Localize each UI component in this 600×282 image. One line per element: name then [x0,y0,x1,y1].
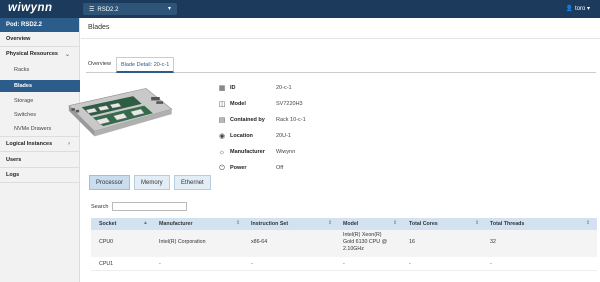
search-input[interactable] [112,202,187,211]
sort-icon[interactable]: ⇕ [236,220,240,226]
tab-memory[interactable]: Memory [134,175,170,190]
power-icon: ⏻ [219,165,225,172]
col-header-model[interactable]: Model [343,221,358,227]
col-header-total-threads[interactable]: Total Threads [490,221,524,227]
user-icon: 👤 [565,6,574,12]
cell-total-threads: 32 [490,239,496,245]
prop-value-model: SV7220H3 [276,101,303,107]
cell-total-cores: 16 [409,239,415,245]
prop-label-id: ID [230,85,236,91]
cell-total-threads: - [490,261,492,267]
sort-icon[interactable]: ⇕ [586,220,590,226]
user-menu[interactable]: 👤 toro ▾ [566,5,590,12]
cell-manufacturer: Intel(R) Corporation [159,239,206,245]
divider [81,38,600,39]
pod-selector[interactable]: ☰ RSD2.2 ▾ [83,3,177,15]
prop-label-contained-by: Contained by [230,117,265,123]
col-header-total-cores[interactable]: Total Cores [409,221,438,227]
table-row[interactable]: CPU0 Intel(R) Corporation x86-64 Intel(R… [91,230,597,257]
prop-value-power: Off [276,165,284,171]
search-label: Search [91,204,109,210]
top-bar: wiwynn ☰ RSD2.2 ▾ 👤 toro ▾ [0,0,600,18]
divider [0,182,80,183]
tab-ethernet[interactable]: Ethernet [174,175,211,190]
sort-icon[interactable]: ⇕ [475,220,479,226]
sidebar-item-label: Blades [14,83,33,89]
col-header-instruction-set[interactable]: Instruction Set [251,221,288,227]
sidebar-item-label: Users [6,157,22,163]
wiwynn-logo[interactable]: wiwynn [8,2,53,14]
sort-asc-icon[interactable]: ▲ [143,220,148,226]
menu-icon: ☰ [89,7,95,13]
blade-image [68,88,173,137]
sidebar-item-logs[interactable]: Logs [0,172,80,178]
tab-overview[interactable]: Overview [88,61,111,67]
sort-icon[interactable]: ⇕ [328,220,332,226]
prop-label-power: Power [230,165,247,171]
sort-icon[interactable]: ⇕ [393,220,397,226]
tab-blade-detail[interactable]: Blade Detail: 20-c-1 [116,57,175,73]
sidebar-item-overview[interactable]: Overview [0,36,80,42]
contained-icon: ▤ [218,117,226,124]
prop-value-location: 20U-1 [276,133,291,139]
user-name: toro [574,6,586,12]
cell-model: - [343,261,345,267]
prop-value-manufacturer: Wiwynn [276,149,296,155]
model-icon: ◫ [218,101,226,108]
sidebar-item-physical-resources[interactable]: Physical Resources ⌄ [0,51,80,58]
manufacturer-icon: ☼ [218,149,226,156]
divider [0,167,80,168]
divider [0,46,80,47]
chevron-down-icon: ▾ [167,6,171,12]
prop-value-id: 20-c-1 [276,85,292,91]
sidebar-item-label: Physical Resources [6,51,58,57]
cell-model: Intel(R) Xeon(R) Gold 6130 CPU @ 2.10GHz [343,232,387,253]
cell-model-line: Intel(R) Xeon(R) [343,232,382,238]
prop-label-location: Location [230,133,253,139]
sidebar-item-label: Overview [6,36,31,42]
cell-instruction-set: - [251,261,253,267]
cell-model-line: 2.10GHz [343,246,364,252]
cell-manufacturer: - [159,261,161,267]
sidebar-item-label: Switches [14,112,37,118]
col-header-manufacturer[interactable]: Manufacturer [159,221,193,227]
table-header: Socket ▲ Manufacturer ⇕ Instruction Set … [91,218,597,230]
cell-instruction-set: x86-64 [251,239,268,245]
id-icon: ▦ [218,85,226,92]
col-header-socket[interactable]: Socket [99,221,116,227]
chevron-down-icon: ⌄ [64,52,70,58]
cell-total-cores: - [409,261,411,267]
cell-socket: CPU1 [99,261,114,267]
sidebar-item-label: Racks [14,67,30,73]
tab-processor[interactable]: Processor [89,175,130,190]
chevron-down-icon: ▾ [586,6,590,12]
pod-selector-value: RSD2.2 [97,7,119,13]
main-content: Blades Overview Blade Detail: 20-c-1 ▦ I… [68,18,600,282]
prop-value-contained-by[interactable]: Rack 10-c-1 [276,117,306,123]
location-icon: ◉ [218,133,226,140]
table-row[interactable]: CPU1 - - - - - [91,257,597,271]
prop-label-model: Model [230,101,246,107]
sidebar-item-label: Logs [6,172,20,178]
pod-title: Pod: RSD2.2 [0,18,79,32]
prop-label-manufacturer: Manufacturer [230,149,265,155]
sidebar-item-label: Storage [14,98,34,104]
cell-model-line: Gold 6130 CPU @ [343,239,387,245]
cell-socket: CPU0 [99,239,114,245]
detail-tabs: Overview Blade Detail: 20-c-1 [86,57,596,73]
page-title: Blades [88,24,110,31]
